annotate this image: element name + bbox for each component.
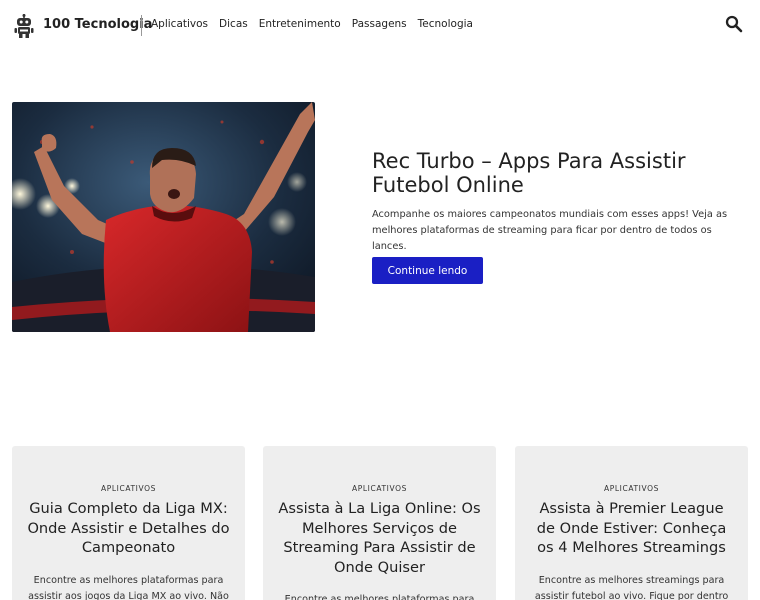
hero-excerpt: Acompanhe os maiores campeonatos mundiai… xyxy=(372,209,728,252)
robot-logo-icon[interactable] xyxy=(14,14,34,38)
hero-title[interactable]: Rec Turbo – Apps Para Assistir Futebol O… xyxy=(372,149,742,197)
card-excerpt: Encontre as melhores plataformas para as… xyxy=(284,594,475,600)
post-card[interactable]: APLICATIVOS Guia Completo da Liga MX: On… xyxy=(12,446,245,600)
nav-item-entretenimento[interactable]: Entretenimento xyxy=(259,18,341,30)
card-excerpt: Encontre as melhores streamings para ass… xyxy=(534,574,729,600)
site-brand[interactable]: 100 Tecnologia xyxy=(43,17,152,32)
nav-item-aplicativos[interactable]: Aplicativos xyxy=(151,18,208,30)
hero-image[interactable] xyxy=(12,102,315,332)
card-excerpt: Encontre as melhores plataformas para as… xyxy=(28,574,229,600)
nav-item-dicas[interactable]: Dicas xyxy=(219,18,248,30)
card-category[interactable]: APLICATIVOS xyxy=(529,484,734,493)
card-category[interactable]: APLICATIVOS xyxy=(26,484,231,493)
main-nav: Aplicativos Dicas Entretenimento Passage… xyxy=(151,18,473,30)
search-icon[interactable] xyxy=(725,15,743,33)
continue-reading-button[interactable]: Continue lendo xyxy=(372,257,483,284)
post-card[interactable]: APLICATIVOS Assista à Premier League de … xyxy=(515,446,748,600)
card-title[interactable]: Assista à La Liga Online: Os Melhores Se… xyxy=(277,499,482,577)
card-category[interactable]: APLICATIVOS xyxy=(277,484,482,493)
nav-item-tecnologia[interactable]: Tecnologia xyxy=(418,18,473,30)
post-card[interactable]: APLICATIVOS Assista à La Liga Online: Os… xyxy=(263,446,496,600)
card-title[interactable]: Guia Completo da Liga MX: Onde Assistir … xyxy=(26,499,231,558)
header-divider xyxy=(141,15,142,36)
nav-item-passagens[interactable]: Passagens xyxy=(352,18,407,30)
card-title[interactable]: Assista à Premier League de Onde Estiver… xyxy=(529,499,734,558)
site-header: 100 Tecnologia Aplicativos Dicas Entrete… xyxy=(0,0,760,52)
